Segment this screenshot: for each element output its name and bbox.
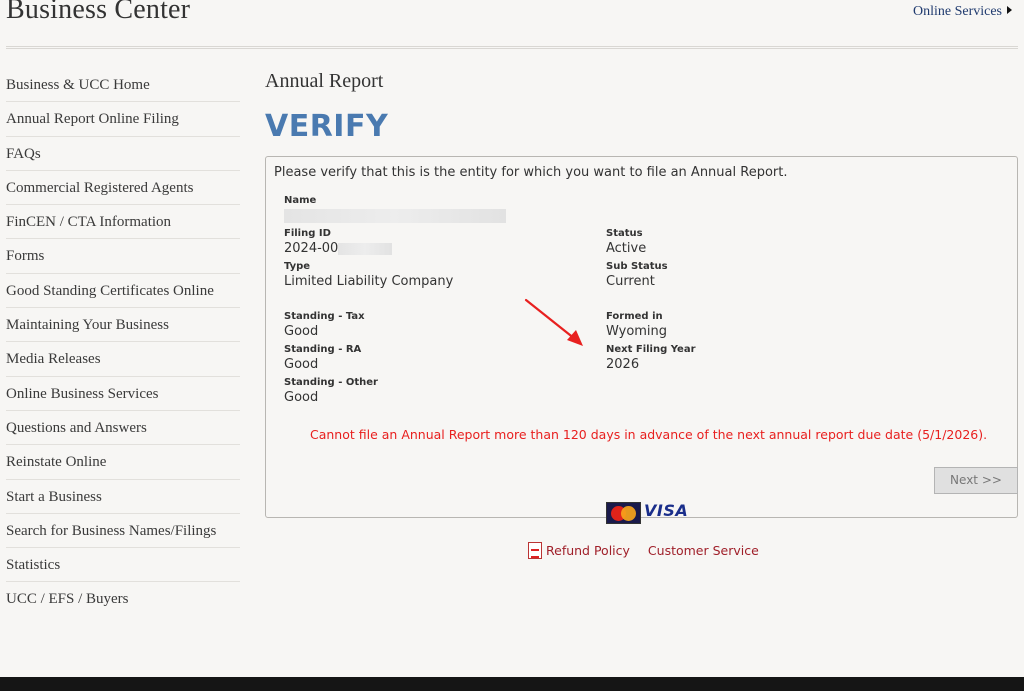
field-filing-id-value: 2024-00 [284, 241, 393, 256]
pdf-icon [528, 542, 542, 559]
footer-bar [0, 677, 1024, 691]
field-status-value: Active [606, 241, 647, 256]
field-standing-tax: Standing - Tax Good [284, 311, 365, 339]
redacted-name-block [284, 208, 506, 223]
next-button[interactable]: Next >> [934, 467, 1018, 494]
field-filing-id: Filing ID 2024-00 [284, 228, 393, 256]
filing-id-text: 2024-00 [284, 241, 339, 256]
redacted-filing-id-block [338, 242, 393, 255]
sidebar-item-fincen-cta-information[interactable]: FinCEN / CTA Information [6, 205, 240, 240]
field-standing-ra-value: Good [284, 357, 319, 372]
main-content: Annual Report VERIFY Please verify that … [265, 70, 1018, 518]
footer-links: Refund Policy Customer Service [528, 542, 759, 559]
field-filing-id-label: Filing ID [284, 228, 331, 239]
sidebar-item-reinstate-online[interactable]: Reinstate Online [6, 445, 240, 480]
sidebar-item-statistics[interactable]: Statistics [6, 548, 240, 583]
field-status: Status Active [606, 228, 646, 256]
verify-title: VERIFY [265, 109, 389, 144]
entity-verification-panel: Please verify that this is the entity fo… [265, 156, 1018, 518]
field-standing-ra-label: Standing - RA [284, 344, 362, 355]
field-next-filing-year-label: Next Filing Year [606, 344, 696, 355]
verification-intro: Please verify that this is the entity fo… [274, 165, 788, 180]
sidebar-item-commercial-registered-agents[interactable]: Commercial Registered Agents [6, 171, 240, 206]
field-status-label: Status [606, 228, 643, 239]
online-services-label: Online Services [912, 4, 1002, 19]
site-title: Business Center [6, 0, 191, 25]
field-sub-status: Sub Status Current [606, 261, 668, 289]
mastercard-icon [606, 502, 641, 524]
field-type: Type Limited Liability Company [284, 261, 453, 289]
visa-logo: VISA [644, 501, 689, 520]
header: Business Center Online Services [0, 0, 1024, 50]
sidebar-item-maintaining-your-business[interactable]: Maintaining Your Business [6, 308, 240, 343]
header-divider [6, 46, 1018, 49]
field-standing-tax-value: Good [284, 324, 319, 339]
field-next-filing-year-value: 2026 [606, 357, 640, 372]
field-sub-status-label: Sub Status [606, 261, 668, 272]
online-services-link[interactable]: Online Services [913, 4, 1012, 20]
advance-filing-warning: Cannot file an Annual Report more than 1… [310, 427, 988, 442]
annotation-arrow-icon [524, 298, 583, 346]
field-standing-ra: Standing - RA Good [284, 344, 361, 372]
field-standing-tax-label: Standing - Tax [284, 311, 365, 322]
sidebar-item-media-releases[interactable]: Media Releases [6, 342, 240, 377]
sidebar-item-start-a-business[interactable]: Start a Business [6, 480, 240, 514]
field-formed-in-value: Wyoming [606, 324, 668, 339]
triangle-right-icon [1007, 6, 1012, 14]
field-standing-other: Standing - Other Good [284, 377, 378, 405]
sidebar-item-search-business-names[interactable]: Search for Business Names/Filings [6, 514, 240, 549]
field-sub-status-value: Current [606, 274, 655, 289]
field-type-label: Type [284, 261, 311, 272]
customer-service-link[interactable]: Customer Service [648, 543, 759, 558]
sidebar-nav: Business & UCC Home Annual Report Online… [6, 68, 240, 617]
field-next-filing-year: Next Filing Year 2026 [606, 344, 696, 372]
sidebar-item-ucc-efs-buyers[interactable]: UCC / EFS / Buyers [6, 582, 240, 616]
field-name: Name [284, 195, 506, 223]
sidebar-item-annual-report-online-filing[interactable]: Annual Report Online Filing [6, 102, 240, 137]
refund-policy-link[interactable]: Refund Policy [546, 543, 630, 558]
field-name-label: Name [284, 195, 317, 206]
field-type-value: Limited Liability Company [284, 274, 454, 289]
sidebar-item-forms[interactable]: Forms [6, 239, 240, 274]
field-standing-other-value: Good [284, 390, 319, 405]
sidebar-item-questions-and-answers[interactable]: Questions and Answers [6, 411, 240, 446]
field-formed-in: Formed in Wyoming [606, 311, 667, 339]
sidebar-item-faqs[interactable]: FAQs [6, 137, 240, 171]
sidebar-item-good-standing-certificates[interactable]: Good Standing Certificates Online [6, 274, 240, 309]
sidebar-item-business-ucc-home[interactable]: Business & UCC Home [6, 68, 240, 103]
page-title: Annual Report [265, 70, 384, 92]
sidebar-item-online-business-services[interactable]: Online Business Services [6, 377, 240, 411]
field-formed-in-label: Formed in [606, 311, 663, 322]
field-name-value [284, 208, 506, 223]
field-standing-other-label: Standing - Other [284, 377, 378, 388]
